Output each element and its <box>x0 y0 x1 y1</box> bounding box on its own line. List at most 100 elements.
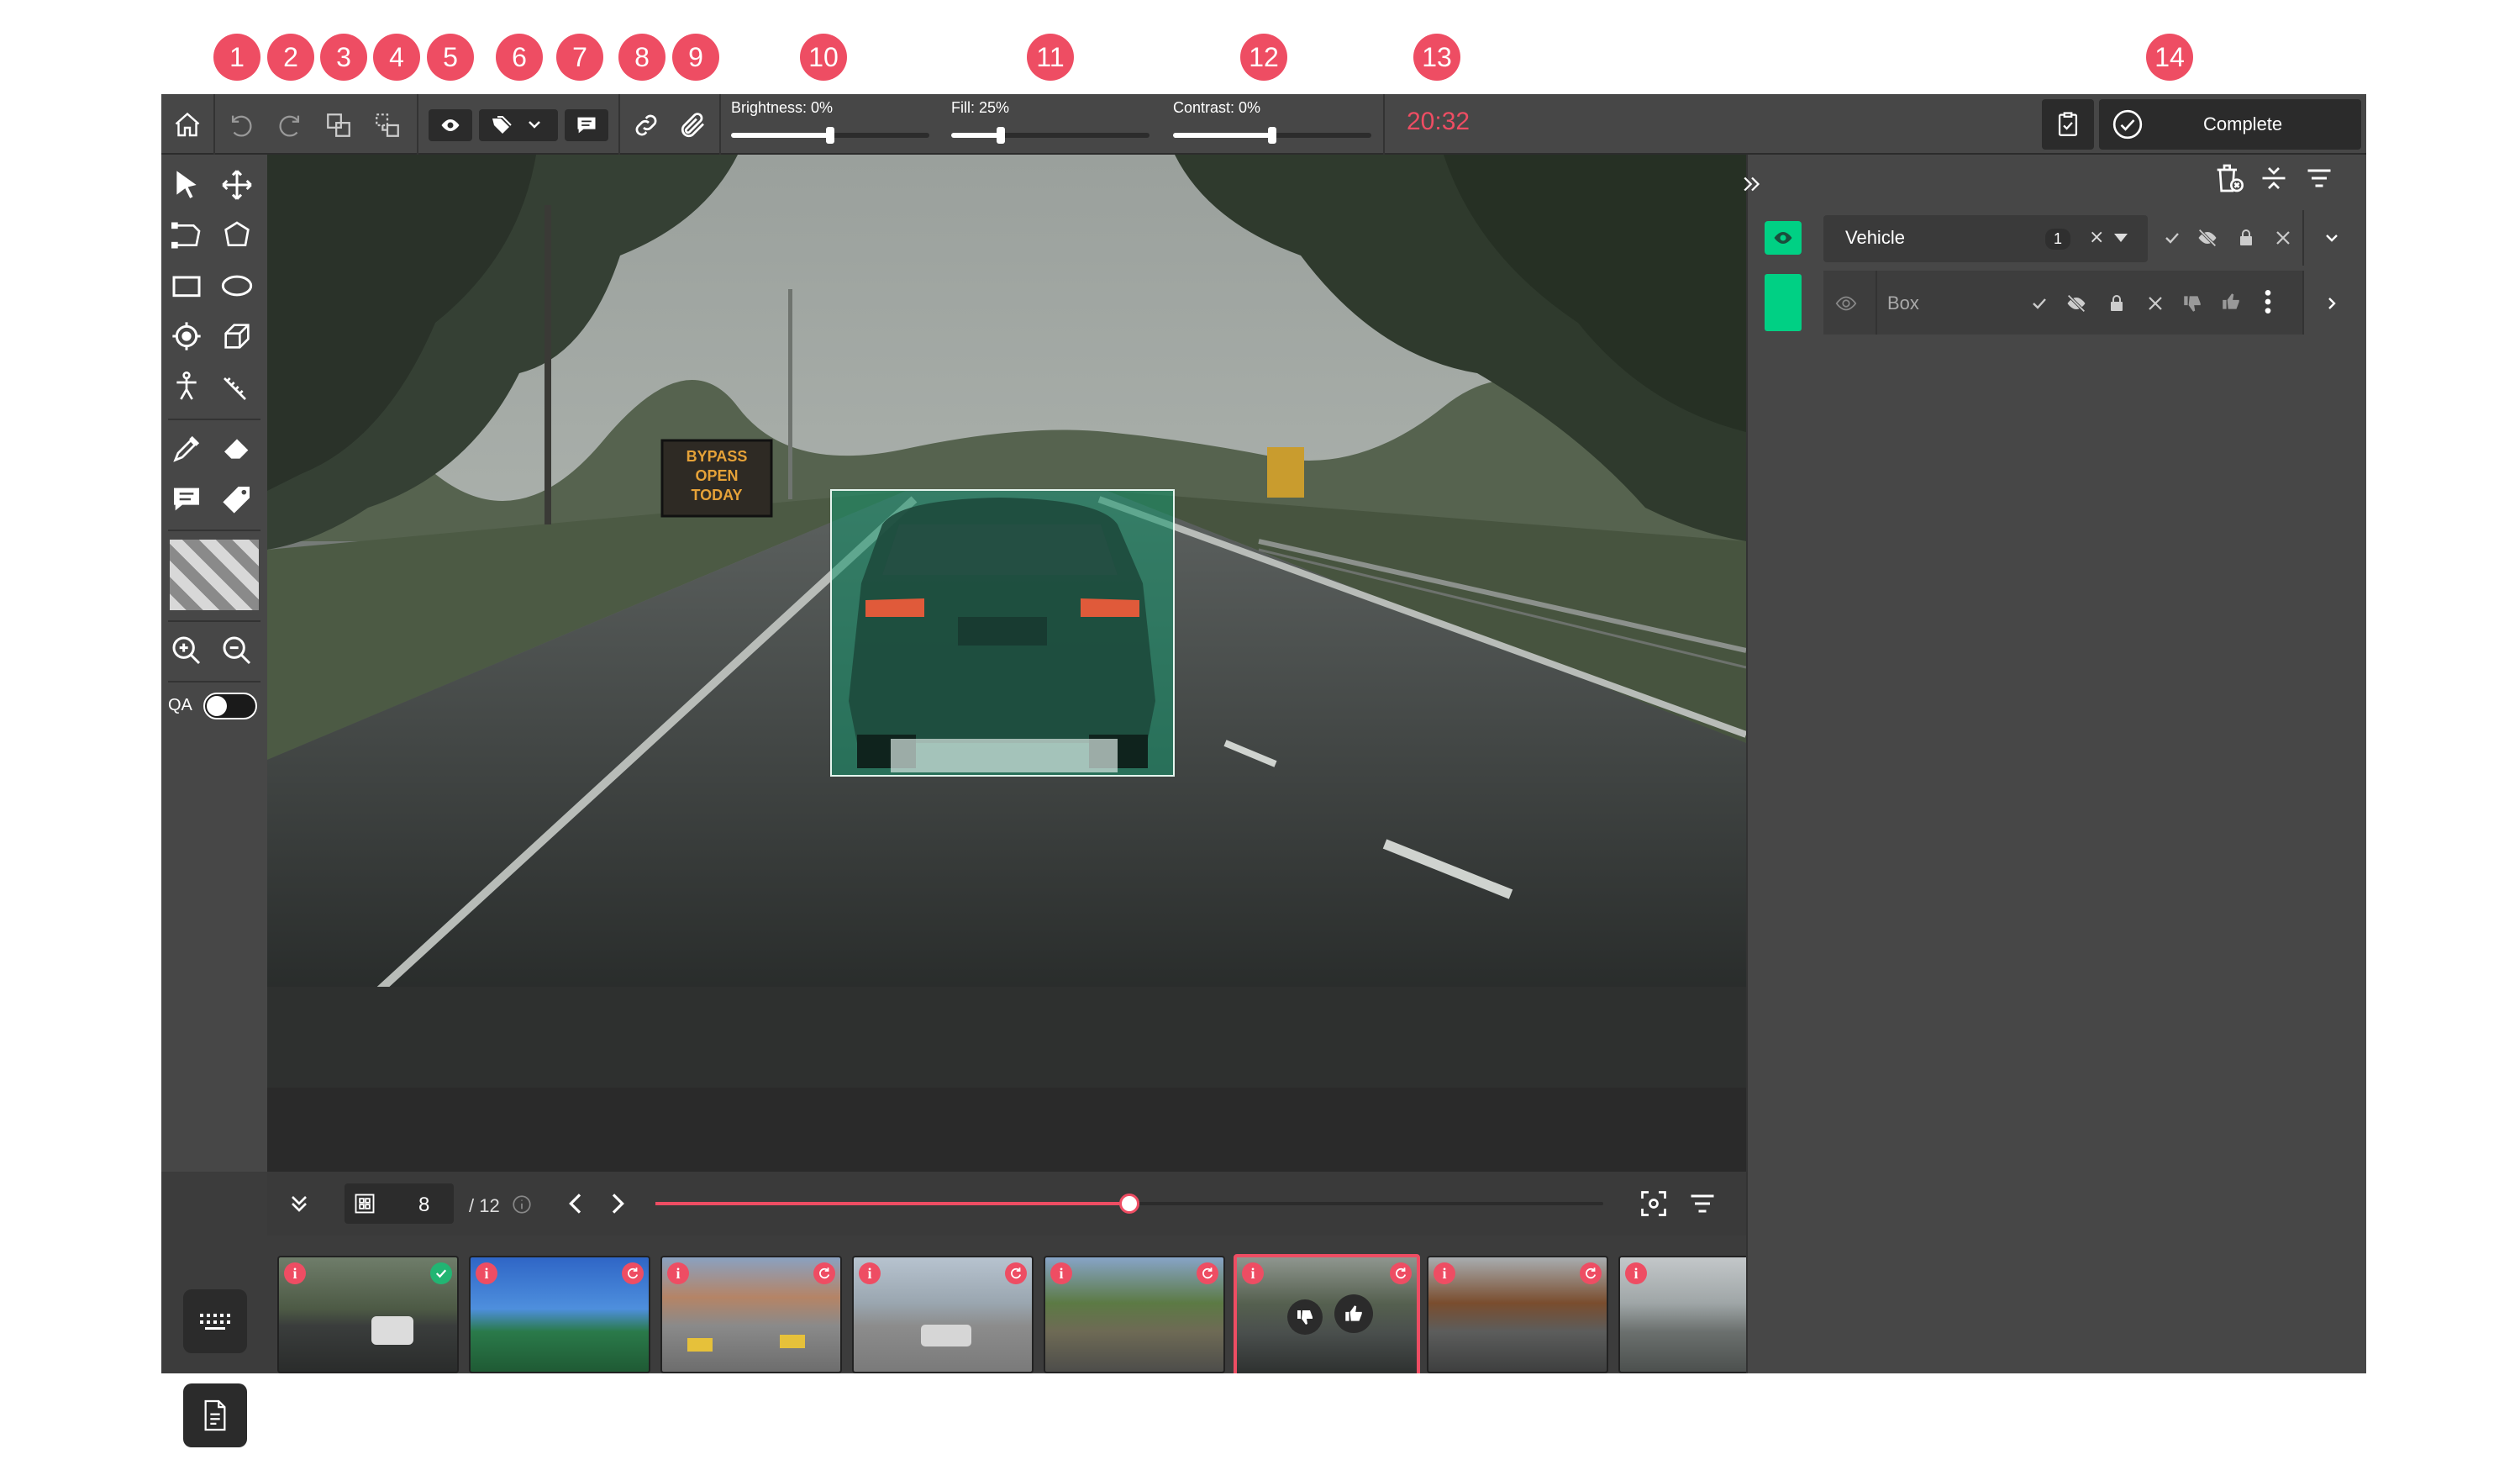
class-dropdown-icon[interactable] <box>2112 232 2129 244</box>
fill-slider[interactable] <box>951 127 1150 144</box>
pattern-swatch[interactable] <box>170 540 259 610</box>
expand-object-icon[interactable] <box>2319 291 2344 316</box>
focus-frame-icon[interactable] <box>1639 1188 1669 1219</box>
fill-slider-knob[interactable] <box>997 127 1005 144</box>
info-icon[interactable]: i <box>1242 1262 1264 1284</box>
callout-7: 7 <box>556 34 603 81</box>
link-icon[interactable] <box>630 109 662 141</box>
frame-navigation-bar: 8 / 12 <box>267 1172 1746 1236</box>
thumbnail-4[interactable]: i <box>852 1256 1034 1373</box>
object-visibility-icon[interactable] <box>1833 291 1859 316</box>
collapse-all-icon[interactable] <box>2259 163 2289 193</box>
approve-object-icon[interactable] <box>2027 291 2052 316</box>
hide-class-icon[interactable] <box>2195 225 2220 250</box>
annotations-panel: Vehicle 1 × Box <box>1744 155 2366 1373</box>
pan-tool-icon[interactable] <box>217 165 257 205</box>
complete-button[interactable]: Complete <box>2099 99 2361 150</box>
point-tool-icon[interactable] <box>166 316 207 356</box>
ellipse-tool-icon[interactable] <box>217 266 257 306</box>
thumbnail-3[interactable]: i <box>660 1256 842 1373</box>
more-options-icon[interactable] <box>2255 289 2281 314</box>
skeleton-tool-icon[interactable] <box>166 366 207 407</box>
cuboid-tool-icon[interactable] <box>217 316 257 356</box>
measure-tool-icon[interactable] <box>217 366 257 407</box>
qa-toggle[interactable] <box>203 693 257 719</box>
sign-line-3: TODAY <box>691 487 742 503</box>
zoom-out-icon[interactable] <box>217 630 257 671</box>
rectangle-tool-icon[interactable] <box>166 266 207 306</box>
tag-tool-icon[interactable] <box>217 479 257 519</box>
sort-icon[interactable] <box>2304 163 2334 193</box>
home-icon[interactable] <box>171 109 203 141</box>
timeline-slider-knob[interactable] <box>1119 1194 1139 1214</box>
visibility-toggle-icon[interactable] <box>429 109 472 141</box>
delete-class-icon[interactable] <box>2270 225 2296 250</box>
thumbs-up-icon[interactable] <box>2218 289 2244 314</box>
collapse-panel-icon[interactable] <box>1739 171 1765 197</box>
callout-2: 2 <box>267 34 314 81</box>
timeline-slider[interactable] <box>655 1194 1603 1214</box>
hide-object-icon[interactable] <box>2064 291 2089 316</box>
pending-icon <box>1390 1262 1412 1284</box>
info-icon[interactable]: i <box>859 1262 881 1284</box>
comment-icon[interactable] <box>565 109 608 141</box>
previous-frame-icon[interactable] <box>563 1188 590 1219</box>
bounding-box-vehicle[interactable] <box>830 489 1175 777</box>
info-icon[interactable]: i <box>476 1262 497 1284</box>
redo-icon[interactable] <box>274 109 306 141</box>
expand-class-icon[interactable] <box>2319 225 2344 250</box>
delete-object-icon[interactable] <box>2143 291 2168 316</box>
attachment-icon[interactable] <box>677 109 709 141</box>
delete-all-icon[interactable] <box>2212 161 2245 195</box>
object-row-box[interactable]: Box <box>1765 271 2360 335</box>
paste-annotation-icon[interactable] <box>371 109 403 141</box>
polyline-tool-icon[interactable] <box>166 215 207 256</box>
filter-frames-icon[interactable] <box>1687 1188 1718 1219</box>
complete-button-label: Complete <box>2203 113 2283 134</box>
eyedropper-tool-icon[interactable] <box>166 429 207 469</box>
approve-class-icon[interactable] <box>2160 225 2185 250</box>
brightness-slider[interactable] <box>731 127 929 144</box>
polygon-tool-icon[interactable] <box>217 215 257 256</box>
lock-object-icon[interactable] <box>2104 291 2129 316</box>
thumbnail-6-active[interactable]: i <box>1234 1254 1420 1373</box>
info-icon[interactable]: i <box>284 1262 306 1284</box>
clear-class-icon[interactable]: × <box>2089 227 2104 248</box>
collapse-thumbnails-icon[interactable] <box>286 1190 313 1217</box>
thumbs-up-icon <box>1345 1305 1362 1321</box>
pending-icon <box>1197 1262 1218 1284</box>
label-dropdown-button[interactable] <box>479 109 558 141</box>
contrast-slider[interactable] <box>1173 127 1371 144</box>
keyboard-shortcuts-button[interactable] <box>183 1289 247 1353</box>
undo-icon[interactable] <box>225 109 257 141</box>
thumbnail-1[interactable]: i <box>277 1256 459 1373</box>
instructions-button[interactable] <box>183 1383 247 1447</box>
thumbnail-2[interactable]: i <box>469 1256 650 1373</box>
callout-4: 4 <box>373 34 420 81</box>
thumbs-down-button[interactable] <box>1287 1299 1323 1335</box>
class-visibility-icon[interactable] <box>1765 221 1802 255</box>
class-row-vehicle[interactable]: Vehicle 1 × <box>1765 210 2360 266</box>
next-frame-icon[interactable] <box>603 1188 630 1219</box>
lock-class-icon[interactable] <box>2233 225 2259 250</box>
thumbnail-5[interactable]: i <box>1044 1256 1225 1373</box>
brightness-slider-knob[interactable] <box>826 127 834 144</box>
frame-info-icon[interactable] <box>511 1194 533 1215</box>
zoom-in-icon[interactable] <box>166 630 207 671</box>
comment-tool-icon[interactable] <box>166 479 207 519</box>
thumbs-down-icon[interactable] <box>2180 291 2205 316</box>
info-icon[interactable]: i <box>1050 1262 1072 1284</box>
info-icon[interactable]: i <box>1434 1262 1455 1284</box>
thumbnail-8[interactable]: i <box>1618 1256 1746 1373</box>
info-icon[interactable]: i <box>667 1262 689 1284</box>
thumbs-up-button[interactable] <box>1334 1294 1373 1333</box>
select-tool-icon[interactable] <box>166 165 207 205</box>
eraser-tool-icon[interactable] <box>217 429 257 469</box>
copy-annotation-icon[interactable] <box>323 109 355 141</box>
review-checklist-button[interactable] <box>2042 99 2094 150</box>
thumbnail-7[interactable]: i <box>1427 1256 1608 1373</box>
image-canvas[interactable]: BYPASS OPEN TODAY <box>267 155 1746 1172</box>
contrast-slider-knob[interactable] <box>1268 127 1276 144</box>
callout-10: 10 <box>800 34 847 81</box>
info-icon[interactable]: i <box>1625 1262 1647 1284</box>
